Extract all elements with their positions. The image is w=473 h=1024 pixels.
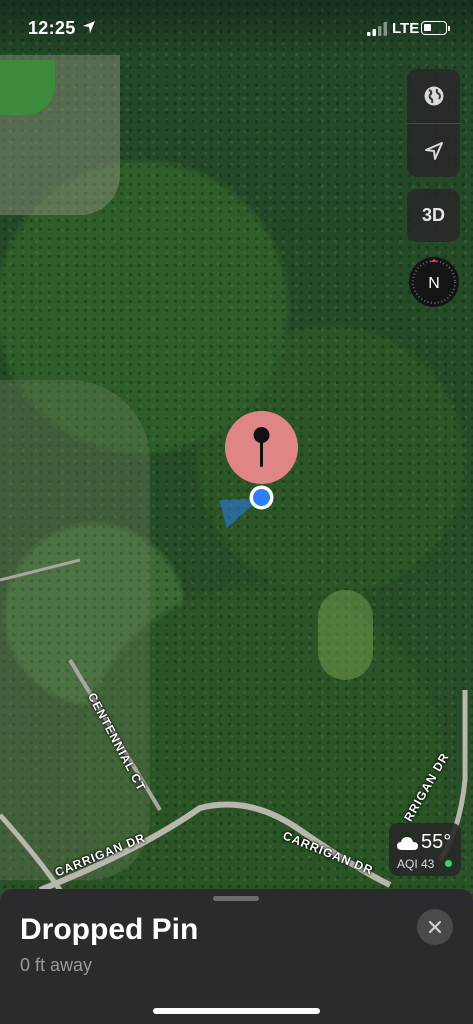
user-location-dot	[249, 485, 274, 510]
network-type: LTE	[392, 20, 420, 37]
close-icon	[428, 920, 442, 934]
place-sheet[interactable]: Dropped Pin 0 ft away	[0, 889, 473, 1024]
air-quality-index: AQI 43	[397, 857, 435, 871]
place-title: Dropped Pin	[20, 913, 199, 946]
globe-icon	[424, 86, 443, 105]
battery-icon	[421, 21, 450, 35]
compass-icon[interactable]: N	[408, 256, 460, 308]
sheet-grabber[interactable]	[213, 896, 259, 901]
pin-icon	[253, 427, 270, 467]
status-time: 12:25	[28, 18, 76, 38]
place-distance: 0 ft away	[20, 955, 93, 975]
map-controls-group	[407, 69, 460, 177]
status-bar: 12:25 LTE	[0, 0, 473, 58]
close-button[interactable]	[417, 909, 453, 945]
aqi-status-dot	[445, 860, 452, 867]
3d-view-button[interactable]: 3D	[407, 189, 460, 242]
dropped-pin-marker[interactable]	[225, 411, 298, 484]
weather-widget[interactable]: 55° AQI 43	[389, 823, 461, 876]
compass-label: N	[428, 275, 440, 292]
cellular-signal-icon	[367, 22, 387, 36]
home-indicator[interactable]	[153, 1008, 320, 1014]
location-services-icon	[83, 21, 95, 33]
locate-me-button[interactable]	[407, 124, 460, 177]
cloud-icon	[397, 837, 418, 850]
weather-temperature: 55°	[421, 831, 452, 853]
map-style-button[interactable]	[407, 69, 460, 122]
location-arrow-icon	[424, 141, 443, 160]
